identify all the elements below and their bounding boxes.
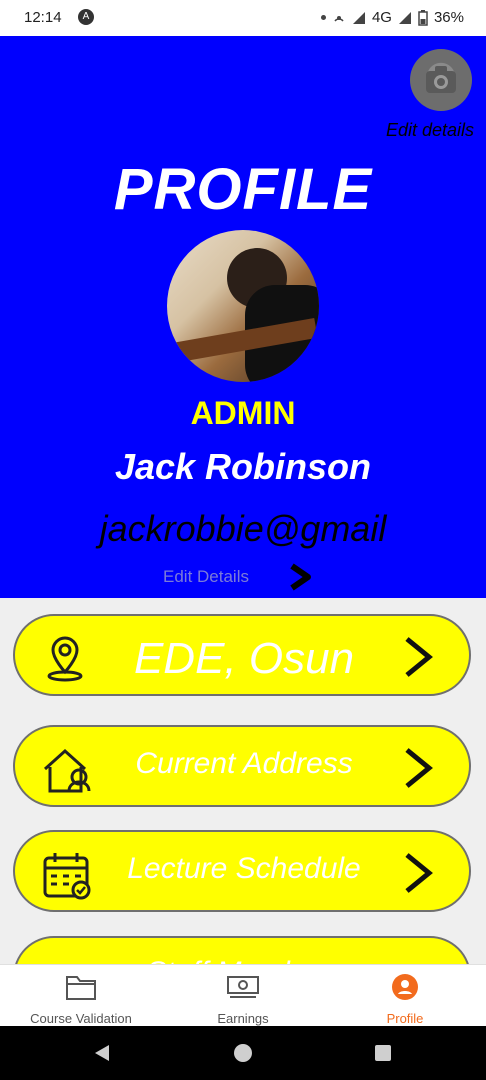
nav-course-validation[interactable]: Course Validation [0, 965, 162, 1027]
status-time: 12:14 [24, 9, 62, 26]
role-label: ADMIN [190, 395, 296, 431]
page-title: PROFILE [113, 157, 373, 222]
bottom-navigation: Course Validation Earnings Profile [0, 964, 486, 1027]
edit-details-link[interactable]: Edit Details [163, 567, 249, 587]
chevron-right-icon [405, 748, 433, 788]
folder-icon [66, 976, 96, 1000]
nav-profile[interactable]: Profile [324, 965, 486, 1027]
chevron-right-icon [405, 853, 433, 893]
camera-icon [426, 66, 456, 93]
menu-item-current-address[interactable]: Current Address [13, 725, 471, 807]
notification-dot-icon [320, 15, 326, 20]
hotspot-icon [334, 15, 344, 22]
battery-icon [418, 9, 428, 26]
network-type: 4G [371, 9, 392, 26]
nav-label: Profile [386, 1011, 424, 1026]
home-icon[interactable] [233, 1043, 253, 1063]
nav-earnings[interactable]: Earnings [162, 965, 324, 1027]
status-indicators: 4G 36% [320, 9, 464, 26]
edit-details-small-link[interactable]: Edit details [386, 120, 474, 141]
app-notification-icon: A [78, 9, 94, 25]
chevron-right-icon [405, 637, 433, 677]
menu-item-location[interactable]: EDE, Osun [13, 614, 471, 696]
battery-percent: 36% [433, 9, 464, 26]
camera-avatar-button[interactable] [410, 49, 472, 111]
status-bar: 12:14 A 4G 36% [0, 0, 486, 36]
back-icon[interactable] [92, 1043, 112, 1063]
profile-photo [167, 230, 319, 382]
signal-icon [352, 11, 365, 24]
money-icon [227, 976, 259, 998]
nav-label: Earnings [217, 1011, 269, 1026]
user-email: jackrobbie@gmail [99, 508, 387, 549]
profile-icon [392, 974, 418, 1000]
system-navigation-bar [0, 1026, 486, 1080]
nav-label: Course Validation [30, 1011, 132, 1026]
recents-icon[interactable] [373, 1043, 393, 1063]
user-name: Jack Robinson [114, 446, 372, 487]
menu-item-lecture-schedule[interactable]: Lecture Schedule [13, 830, 471, 912]
signal-icon-2 [398, 11, 411, 24]
chevron-right-icon[interactable] [288, 562, 314, 592]
